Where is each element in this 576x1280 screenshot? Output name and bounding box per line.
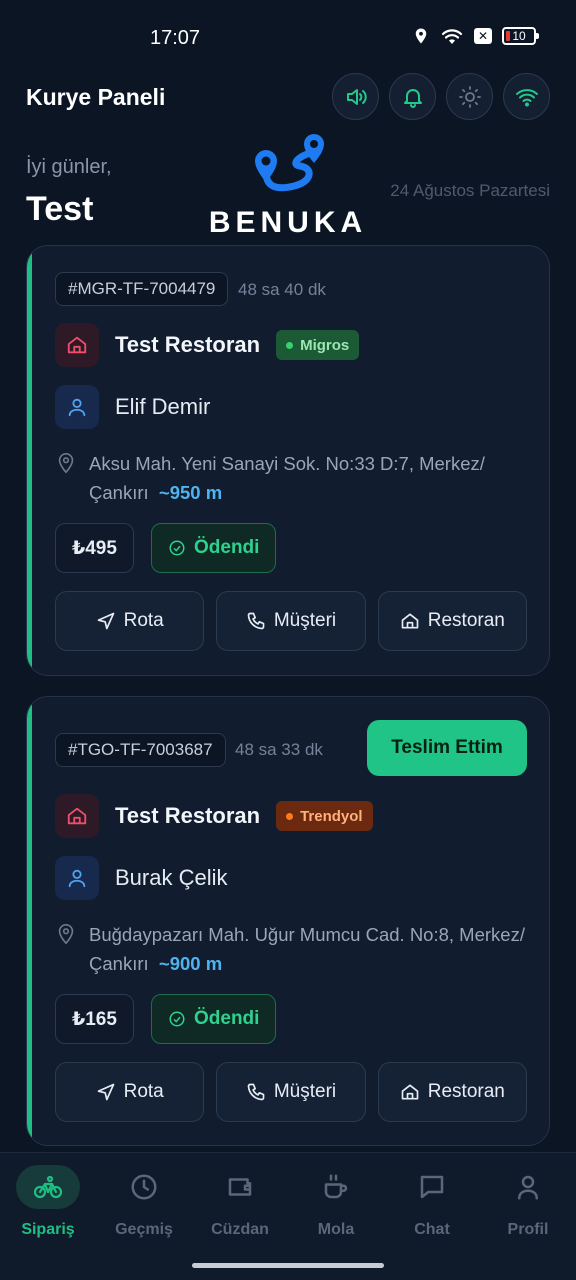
navigation-icon: [97, 612, 114, 630]
bell-icon: [403, 88, 422, 108]
battery-icon: 10: [502, 27, 539, 45]
store-icon: [67, 807, 87, 825]
address-row: Aksu Mah. Yeni Sanayi Sok. No:33 D:7, Me…: [55, 449, 525, 507]
address-text: Buğdaypazarı Mah. Uğur Mumcu Cad. No:8, …: [89, 924, 525, 974]
username: Test: [26, 190, 94, 228]
phone-icon: [247, 1083, 265, 1101]
store-icon: [67, 336, 87, 354]
user-icon: [518, 1175, 538, 1200]
speaker-icon: [346, 88, 367, 105]
customer-icon-box: [55, 385, 99, 429]
greeting-text: İyi günler,: [26, 156, 112, 178]
store-icon: [401, 613, 419, 629]
route-button[interactable]: Rota: [55, 591, 205, 651]
customer-name: Burak Çelik: [115, 865, 228, 890]
customer-row: Elif Demir: [55, 385, 210, 429]
nav-item-profile[interactable]: Profil: [480, 1165, 576, 1239]
check-circle-icon: [169, 1011, 185, 1027]
order-card: #TGO-TF-7003687 48 sa 33 dk Teslim Ettim…: [26, 696, 550, 1146]
price-badge: ₺495: [55, 523, 134, 573]
restaurant-row: Test Restoran Migros: [55, 323, 360, 367]
route-button[interactable]: Rota: [55, 1062, 205, 1122]
address-row: Buğdaypazarı Mah. Uğur Mumcu Cad. No:8, …: [55, 920, 525, 978]
restaurant-icon-box: [55, 323, 99, 367]
nav-item-chat[interactable]: Chat: [384, 1165, 480, 1239]
date-text: 24 Ağustos Pazartesi: [390, 181, 550, 200]
price-badge: ₺165: [55, 994, 134, 1044]
call-restaurant-button[interactable]: Restoran: [377, 1062, 527, 1122]
sun-icon: [458, 85, 481, 108]
restaurant-name: Test Restoran: [115, 332, 261, 357]
wallet-icon: [228, 1178, 252, 1196]
bicycle-icon: [33, 1175, 63, 1199]
customer-row: Burak Çelik: [55, 856, 227, 900]
order-id: #TGO-TF-7003687: [55, 733, 226, 767]
nav-item-break[interactable]: Mola: [288, 1165, 384, 1239]
notifications-button[interactable]: [389, 73, 436, 120]
payment-status-badge: Ödendi: [151, 523, 277, 573]
status-time: 17:07: [150, 27, 201, 49]
call-customer-button[interactable]: Müşteri: [216, 1062, 366, 1122]
nav-item-history[interactable]: Geçmiş: [96, 1165, 192, 1239]
order-elapsed-time: 48 sa 40 dk: [238, 280, 326, 299]
check-circle-icon: [169, 540, 185, 556]
theme-toggle-button[interactable]: [446, 73, 493, 120]
navigation-icon: [97, 1083, 114, 1101]
delivered-button[interactable]: Teslim Ettim: [367, 720, 527, 776]
address-text: Aksu Mah. Yeni Sanayi Sok. No:33 D:7, Me…: [89, 453, 485, 503]
payment-status-badge: Ödendi: [151, 994, 277, 1044]
user-icon: [68, 869, 86, 888]
logo-text: BENUKA: [208, 206, 368, 239]
customer-name: Elif Demir: [115, 394, 211, 419]
restaurant-icon-box: [55, 794, 99, 838]
coffee-icon: [324, 1174, 348, 1199]
customer-icon-box: [55, 856, 99, 900]
store-icon: [401, 1084, 419, 1100]
map-pin-icon: [58, 453, 74, 474]
notification-x-icon: ✕: [474, 28, 492, 44]
platform-dot: [286, 341, 294, 349]
connection-status-button[interactable]: [503, 73, 550, 120]
distance-text: ~900 m: [158, 953, 223, 974]
bottom-nav: Sipariş Geçmiş Cüzdan Mola Chat Profil: [0, 1152, 576, 1280]
phone-icon: [247, 612, 265, 630]
platform-dot: [286, 812, 294, 820]
map-pin-icon: [58, 924, 74, 945]
order-card: #MGR-TF-7004479 48 sa 40 dk Test Restora…: [26, 245, 550, 676]
user-icon: [68, 398, 86, 417]
call-customer-button[interactable]: Müşteri: [216, 591, 366, 651]
order-elapsed-time: 48 sa 33 dk: [235, 740, 323, 759]
order-id: #MGR-TF-7004479: [55, 272, 229, 306]
restaurant-row: Test Restoran Trendyol: [55, 794, 373, 838]
wifi-icon: [515, 88, 538, 106]
sound-toggle-button[interactable]: [332, 73, 379, 120]
nav-item-orders[interactable]: Sipariş: [0, 1165, 96, 1239]
home-indicator[interactable]: [192, 1263, 384, 1268]
nav-item-wallet[interactable]: Cüzdan: [192, 1165, 288, 1239]
platform-badge: Trendyol: [276, 801, 373, 831]
benuka-logo: BENUKA: [208, 132, 368, 240]
location-icon: [415, 28, 427, 44]
call-restaurant-button[interactable]: Restoran: [377, 591, 527, 651]
restaurant-name: Test Restoran: [115, 803, 261, 828]
status-bar: 17:07 ✕ 10: [0, 0, 576, 78]
chat-icon: [420, 1175, 444, 1199]
route-logo-icon: [255, 134, 324, 192]
wifi-status-icon: [441, 29, 463, 44]
distance-text: ~950 m: [158, 482, 223, 503]
page-title: Kurye Paneli: [26, 84, 166, 110]
platform-badge: Migros: [276, 330, 360, 360]
clock-icon: [131, 1174, 157, 1200]
